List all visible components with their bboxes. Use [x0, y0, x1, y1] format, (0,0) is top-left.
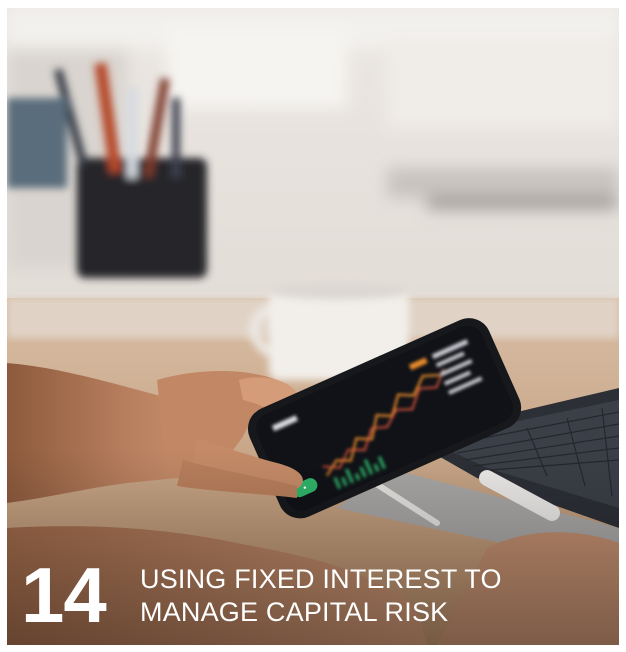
phone-trading-photo: •	[7, 8, 619, 645]
hero-image-frame: • 14 USING FIXED INTEREST TO MANAGE CAPI…	[7, 8, 619, 645]
